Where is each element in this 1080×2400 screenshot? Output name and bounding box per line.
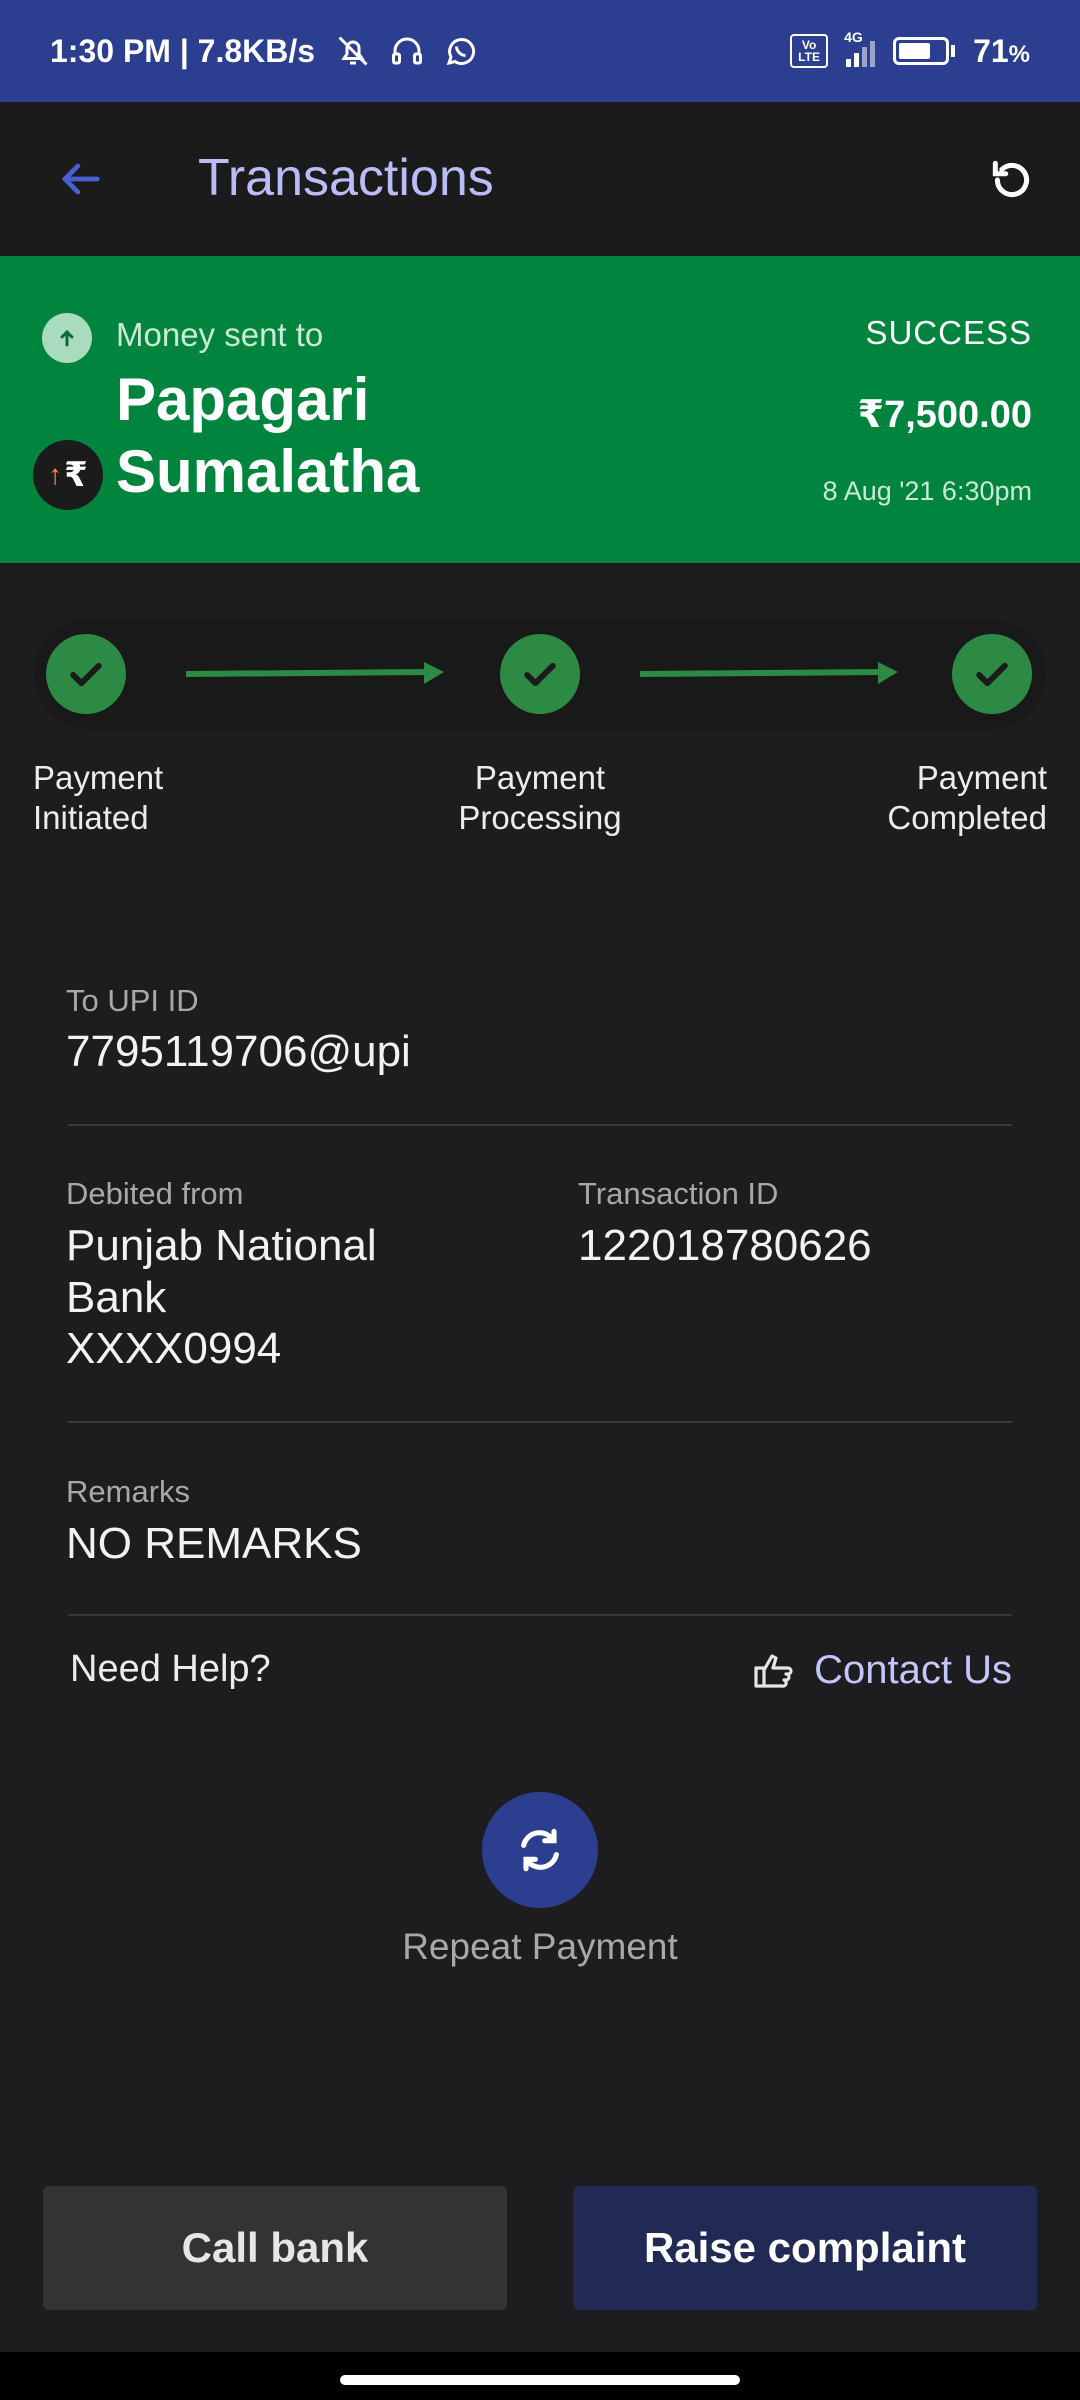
transaction-datetime: 8 Aug '21 6:30pm	[822, 476, 1032, 506]
rupee-icon: ↑ ₹	[33, 440, 103, 510]
repeat-payment-button[interactable]	[482, 1792, 598, 1908]
headset-icon	[392, 37, 423, 65]
status-time-speed: 1:30 PM | 7.8KB/s	[50, 32, 316, 69]
raise-complaint-button[interactable]: Raise complaint	[573, 2186, 1037, 2310]
repeat-payment-label[interactable]: Repeat Payment	[0, 1926, 1080, 1968]
step-initiated-check-icon	[46, 634, 126, 714]
progress-arrow-icon	[640, 662, 898, 684]
step-processing-check-icon	[500, 634, 580, 714]
volte-icon: Vo LTE	[790, 34, 829, 68]
contact-us-label: Contact Us	[814, 1647, 1012, 1692]
repeat-icon	[521, 1828, 559, 1872]
battery-percent: 71%	[973, 32, 1030, 69]
amount: ₹7,500.00	[857, 394, 1032, 436]
page-title: Transactions	[198, 149, 494, 207]
transaction-id-value: 122018780626	[578, 1221, 872, 1270]
whatsapp-icon	[446, 38, 476, 66]
debited-bank: Punjab National Bank	[66, 1221, 377, 1322]
call-bank-button[interactable]: Call bank	[43, 2186, 507, 2310]
home-indicator[interactable]	[340, 2375, 740, 2385]
signal-icon: 4G	[844, 29, 876, 67]
debited-account: XXXX0994	[66, 1324, 282, 1373]
sent-arrow-icon	[42, 313, 92, 363]
status-left: 1:30 PM | 7.8KB/s	[50, 33, 479, 70]
status-right: Vo LTE 4G 71%	[790, 29, 1030, 70]
contact-us-link[interactable]: Contact Us	[750, 1646, 1012, 1694]
alarm-off-icon	[338, 36, 368, 66]
payee-name: Papagari Sumalatha	[116, 366, 420, 505]
back-button[interactable]	[48, 147, 112, 211]
money-sent-label: Money sent to	[116, 316, 324, 353]
transaction-id-label: Transaction ID	[578, 1176, 779, 1211]
payment-progress	[34, 618, 1046, 730]
refresh-icon	[992, 160, 1030, 198]
status-bar: 1:30 PM | 7.8KB/s Vo LTE 4G 71%	[0, 0, 1080, 102]
refresh-button[interactable]	[980, 148, 1044, 212]
battery-fill	[899, 43, 931, 59]
step-label-processing: Payment Processing	[458, 759, 622, 836]
remarks-label: Remarks	[66, 1474, 191, 1509]
step-completed-check-icon	[952, 634, 1032, 714]
status-badge: SUCCESS	[865, 314, 1032, 351]
upi-id-value: 7795119706@upi	[66, 1027, 411, 1076]
app-bar: Transactions	[0, 102, 1080, 256]
step-label-initiated: Payment Initiated	[33, 759, 164, 836]
transaction-banner: Money sent to Papagari Sumalatha ↑ ₹ SUCC…	[0, 256, 1080, 563]
divider	[68, 1421, 1012, 1423]
status-notification-icons	[335, 33, 479, 69]
battery-icon	[893, 37, 956, 65]
divider	[68, 1124, 1012, 1126]
upi-id-label: To UPI ID	[66, 983, 199, 1018]
remarks-value: NO REMARKS	[66, 1519, 362, 1568]
divider	[68, 1614, 1012, 1616]
hand-pointer-icon	[754, 1654, 793, 1688]
arrow-left-icon	[62, 163, 100, 195]
step-label-completed: Payment Completed	[887, 759, 1047, 836]
progress-arrow-icon	[186, 662, 444, 684]
debited-from-label: Debited from	[66, 1176, 244, 1211]
need-help-label: Need Help?	[70, 1648, 271, 1690]
